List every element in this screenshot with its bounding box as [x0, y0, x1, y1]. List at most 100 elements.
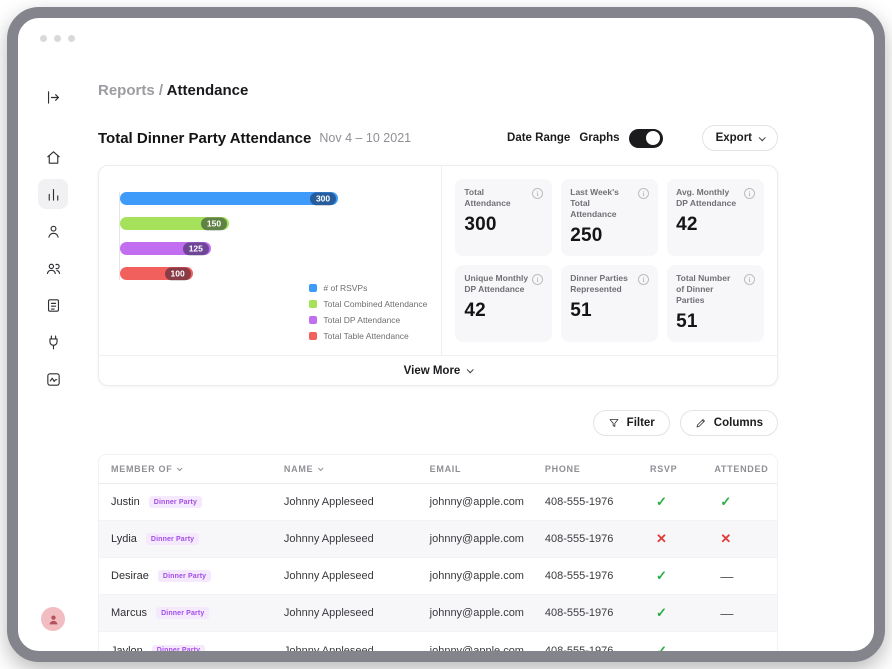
info-icon[interactable]: [532, 274, 543, 285]
info-icon[interactable]: [638, 188, 649, 199]
filter-button[interactable]: Filter: [593, 410, 670, 436]
stat-card: Unique Monthly DP Attendance 42: [455, 265, 552, 342]
export-button[interactable]: Export: [702, 125, 778, 151]
legend-label: Total DP Attendance: [323, 315, 400, 325]
bar-value-label: 300: [310, 192, 336, 205]
header-label: Name: [284, 464, 313, 474]
column-header-rsvp[interactable]: RSVP: [638, 464, 702, 474]
rsvp-status-icon: [638, 568, 702, 584]
column-header-email[interactable]: Email: [418, 464, 533, 474]
table-row[interactable]: LydiaDinner Party Johnny Appleseed johnn…: [99, 521, 777, 558]
table-row[interactable]: JustinDinner Party Johnny Appleseed john…: [99, 484, 777, 521]
header-label: Phone: [545, 464, 581, 474]
legend-label: Total Combined Attendance: [323, 299, 427, 309]
sidebar: [18, 58, 88, 651]
columns-label: Columns: [714, 417, 763, 429]
name-cell: Johnny Appleseed: [272, 496, 418, 508]
window-control-dot[interactable]: [40, 35, 47, 42]
bar-value-label: 100: [165, 267, 191, 280]
header-label: RSVP: [650, 464, 677, 474]
name-cell: Johnny Appleseed: [272, 533, 418, 545]
home-icon[interactable]: [38, 142, 68, 172]
breadcrumb: Reports / Attendance: [98, 82, 778, 99]
user-avatar[interactable]: [41, 607, 65, 631]
columns-button[interactable]: Columns: [680, 410, 778, 436]
stat-value: 51: [570, 300, 649, 322]
rsvp-status-icon: [638, 605, 702, 621]
breadcrumb-section[interactable]: Reports: [98, 82, 155, 99]
stat-card: Dinner Parties Represented 51: [561, 265, 658, 342]
name-cell: Johnny Appleseed: [272, 607, 418, 619]
column-header-attended[interactable]: Attended: [702, 464, 777, 474]
info-icon[interactable]: [532, 188, 543, 199]
list-icon[interactable]: [38, 290, 68, 320]
column-header-member-of[interactable]: Member of: [99, 464, 272, 474]
profile-icon[interactable]: [38, 216, 68, 246]
graphs-toggle[interactable]: [629, 129, 663, 148]
column-header-name[interactable]: Name: [272, 464, 418, 474]
bar-dp-attendance: 125: [120, 242, 211, 255]
bar-rsvps: 300: [120, 192, 338, 205]
toggle-knob: [646, 131, 660, 145]
filter-label: Filter: [627, 417, 655, 429]
date-range-text: Nov 4 – 10 2021: [319, 131, 411, 145]
table-row[interactable]: JaylonDinner Party Johnny Appleseed john…: [99, 632, 777, 651]
column-header-phone[interactable]: Phone: [533, 464, 638, 474]
breadcrumb-page: Attendance: [167, 82, 249, 99]
bar-table-attendance: 100: [120, 267, 193, 280]
table-toolbar: Filter Columns: [98, 410, 778, 436]
activity-icon[interactable]: [38, 364, 68, 394]
bar-chart-icon[interactable]: [38, 179, 68, 209]
main-content: Reports / Attendance Total Dinner Party …: [88, 58, 874, 651]
member-name: Desirae: [111, 570, 149, 582]
sort-chevron-icon: [177, 466, 183, 472]
table-header: Member of Name Email Phone RSVP Attended: [99, 455, 777, 484]
phone-cell: 408-555-1976: [533, 533, 638, 545]
email-cell: johnny@apple.com: [418, 496, 533, 508]
phone-cell: 408-555-1976: [533, 496, 638, 508]
window-control-dot[interactable]: [54, 35, 61, 42]
table-body: JustinDinner Party Johnny Appleseed john…: [99, 484, 777, 651]
legend-item: # of RSVPs: [309, 283, 427, 293]
email-cell: johnny@apple.com: [418, 570, 533, 582]
attendance-summary-card: 300 150 125 100 # of RSVPs: [98, 165, 778, 386]
phone-cell: 408-555-1976: [533, 607, 638, 619]
stat-card: Total Number of Dinner Parties 51: [667, 265, 764, 342]
attendance-bar-chart: 300 150 125 100 # of RSVPs: [99, 166, 441, 355]
stat-value: 300: [464, 214, 543, 236]
bar-value-label: 125: [183, 242, 209, 255]
view-more-button[interactable]: View More: [99, 355, 777, 385]
toggle-right-label[interactable]: Graphs: [579, 132, 619, 144]
app-window: Reports / Attendance Total Dinner Party …: [7, 7, 885, 662]
member-badge: Dinner Party: [156, 607, 209, 619]
table-row[interactable]: Marcus Dinner Party Johnny Appleseed john…: [99, 595, 777, 632]
legend-swatch: [309, 300, 317, 308]
info-icon[interactable]: [744, 274, 755, 285]
table-row[interactable]: DesiraeDinner Party Johnny Appleseed joh…: [99, 558, 777, 595]
email-cell: johnny@apple.com: [418, 607, 533, 619]
attendance-table: Member of Name Email Phone RSVP Attended…: [98, 454, 778, 651]
filter-icon: [608, 417, 620, 429]
name-cell: Johnny Appleseed: [272, 645, 418, 651]
plugin-icon[interactable]: [38, 327, 68, 357]
window-titlebar: [18, 18, 874, 58]
attended-status-icon: [702, 531, 777, 547]
view-controls: Date Range Graphs Export: [507, 125, 778, 151]
attended-status-icon: [702, 606, 777, 621]
toggle-left-label[interactable]: Date Range: [507, 132, 570, 144]
collapse-panel-icon[interactable]: [38, 82, 68, 112]
window-control-dot[interactable]: [68, 35, 75, 42]
info-icon[interactable]: [638, 274, 649, 285]
legend-item: Total Table Attendance: [309, 331, 427, 341]
rsvp-status-icon: [638, 643, 702, 651]
legend-label: # of RSVPs: [323, 283, 367, 293]
report-header: Total Dinner Party Attendance Nov 4 – 10…: [98, 125, 778, 151]
member-name: Marcus: [111, 607, 147, 619]
stat-label: Total Attendance: [464, 187, 528, 209]
stat-label: Total Number of Dinner Parties: [676, 273, 740, 306]
info-icon[interactable]: [744, 188, 755, 199]
rsvp-status-icon: [638, 494, 702, 510]
community-icon[interactable]: [38, 253, 68, 283]
bar-value-label: 150: [201, 217, 227, 230]
header-label: Email: [430, 464, 462, 474]
